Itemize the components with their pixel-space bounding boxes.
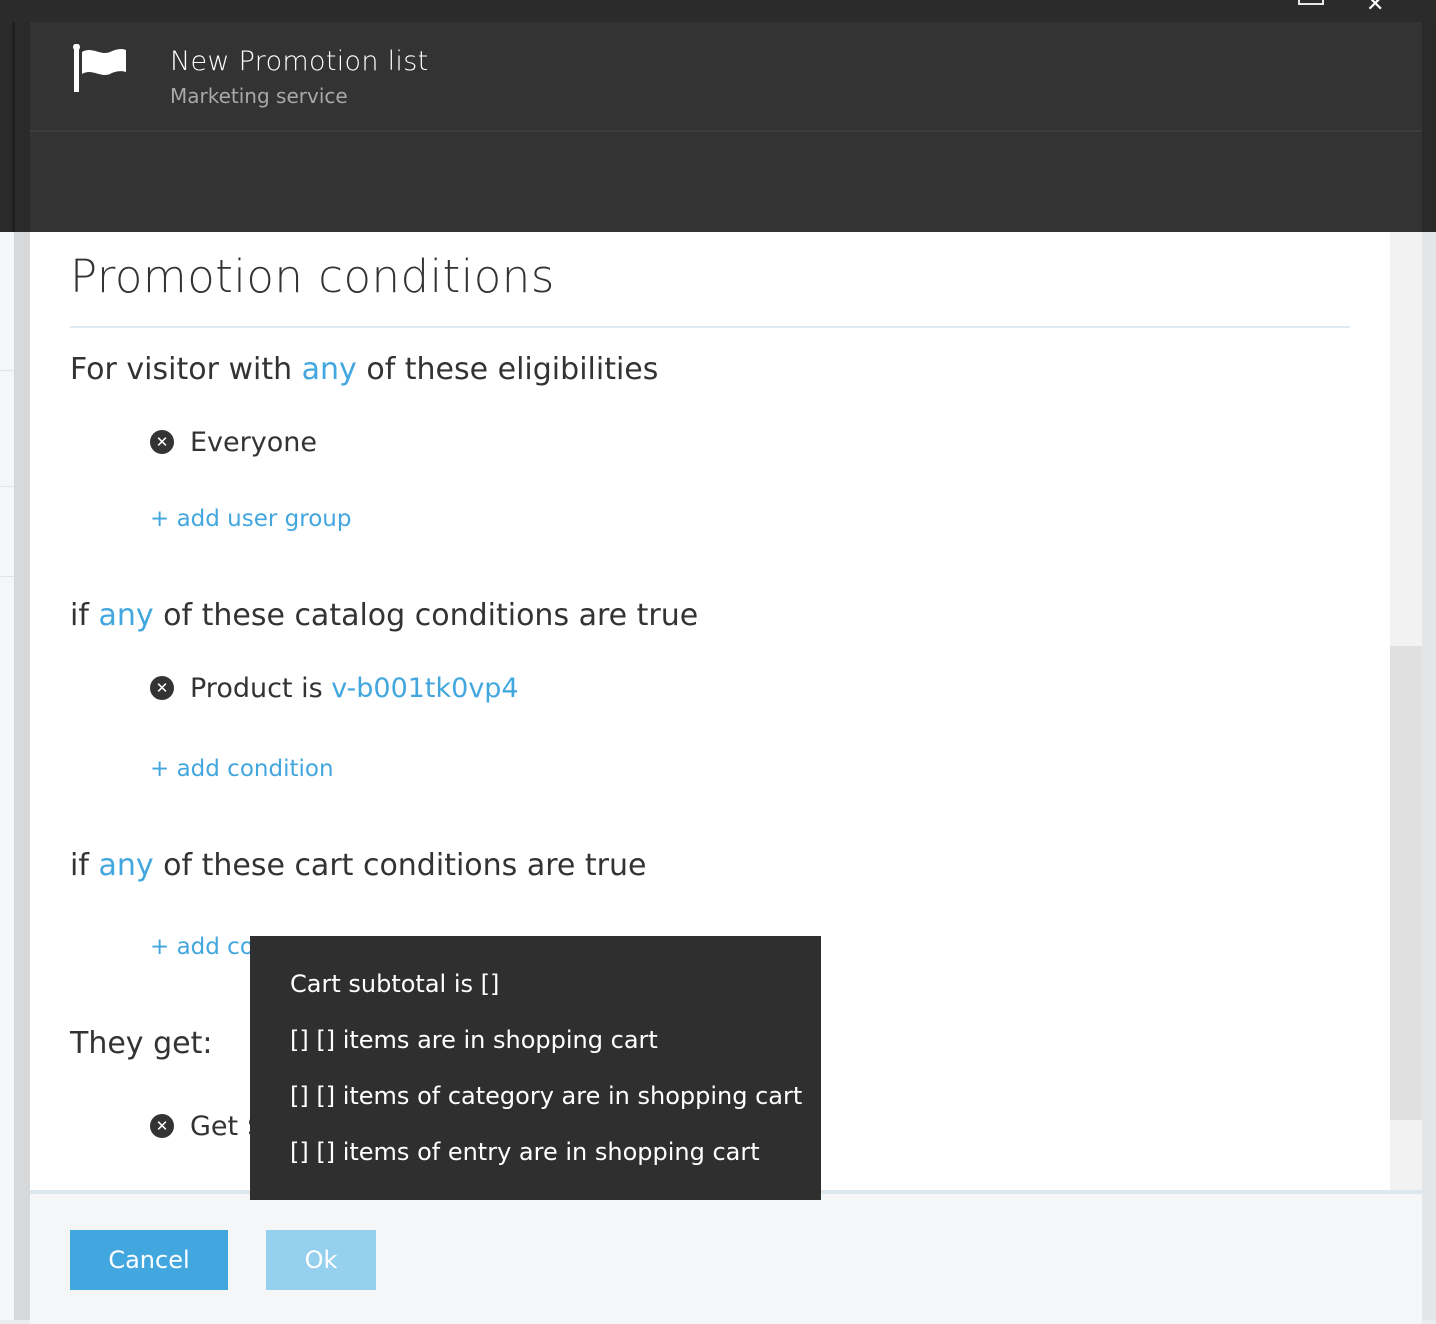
remove-icon[interactable]: ✕ [150,675,174,700]
ok-button[interactable]: Ok [266,1230,376,1290]
menu-item-entry-in-cart[interactable]: [] [] items of entry are in shopping car… [290,1138,760,1166]
section-divider [70,326,1350,328]
eligibility-item-label: Everyone [190,427,317,458]
blade-toolbar [30,132,1422,232]
remove-icon[interactable]: ✕ [150,429,174,454]
catalog-condition-label: Product is [190,673,332,704]
background-right-dark [1422,22,1436,232]
reward-item: ✕ Get $ [150,1111,264,1142]
flag-icon [73,44,126,92]
catalog-heading: if any of these catalog conditions are t… [70,598,698,633]
eligibility-item: ✕ Everyone [150,427,317,458]
eligibility-heading-prefix: For visitor with [70,352,302,387]
eligibility-heading-suffix: of these eligibilities [356,352,659,387]
blade-subtitle: Marketing service [170,84,348,108]
cancel-button[interactable]: Cancel [70,1230,228,1290]
section-title: Promotion conditions [70,250,555,303]
cart-condition-menu: Cart subtotal is [] [] [] items are in s… [250,936,821,1200]
scrollbar-thumb[interactable] [1390,646,1422,1120]
eligibility-any-link[interactable]: any [302,352,357,387]
divider [0,370,14,371]
cart-heading: if any of these cart conditions are true [70,848,646,883]
maximize-icon[interactable] [1298,0,1324,5]
background-panel-strip [12,22,15,232]
app-top-bar: ✕ [0,0,1436,22]
blade-header: New Promotion list Marketing service [30,22,1422,132]
remove-icon[interactable]: ✕ [150,1113,174,1138]
catalog-any-link[interactable]: any [98,598,153,633]
add-user-group-link[interactable]: + add user group [150,506,351,532]
background-panel-light [0,232,30,1320]
cart-heading-suffix: of these cart conditions are true [153,848,647,883]
blade-footer: Cancel Ok [30,1190,1422,1324]
menu-item-items-in-cart[interactable]: [] [] items are in shopping cart [290,1026,658,1054]
menu-item-category-in-cart[interactable]: [] [] items of category are in shopping … [290,1082,802,1110]
blade-title: New Promotion list [170,46,429,77]
divider [0,486,14,487]
product-link[interactable]: v-b001tk0vp4 [331,673,518,704]
cart-any-link[interactable]: any [98,848,153,883]
rewards-heading: They get: [70,1026,213,1061]
background-panel-edge [14,232,30,1320]
divider [0,576,14,577]
add-catalog-condition-link[interactable]: + add condition [150,756,334,782]
menu-item-cart-subtotal[interactable]: Cart subtotal is [] [290,970,499,998]
catalog-heading-suffix: of these catalog conditions are true [153,598,699,633]
catalog-heading-prefix: if [70,598,99,633]
eligibility-heading: For visitor with any of these eligibilit… [70,352,658,387]
catalog-condition-item: ✕ Product is v-b001tk0vp4 [150,673,519,704]
cart-heading-prefix: if [70,848,99,883]
background-panel-dark [0,22,30,232]
